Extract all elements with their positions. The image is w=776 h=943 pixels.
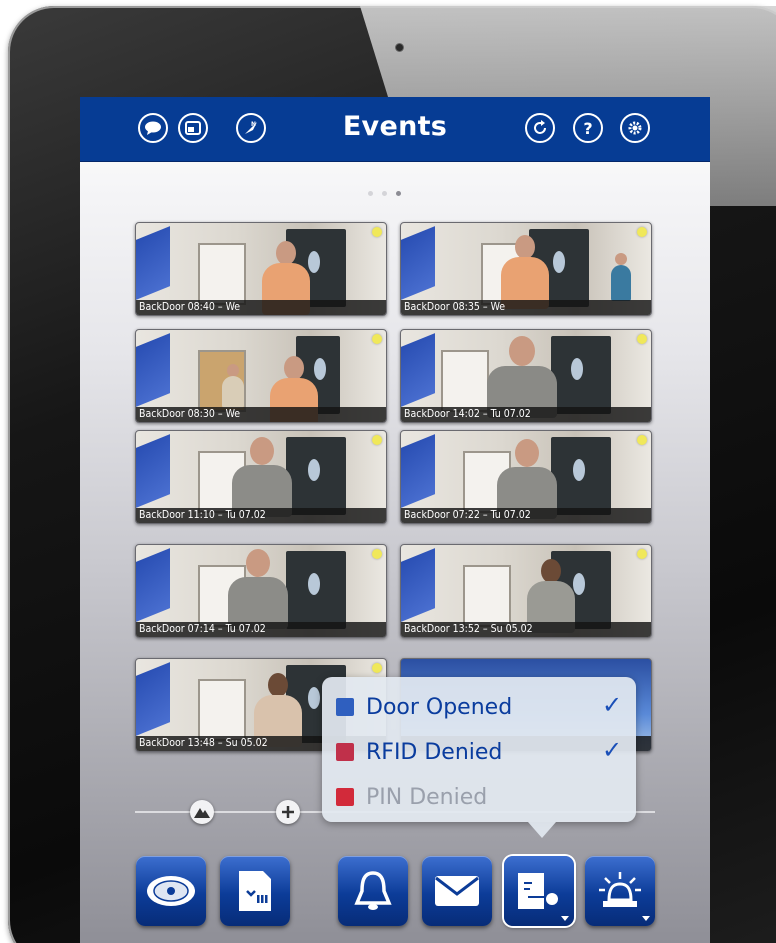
event-marker-icon xyxy=(372,334,382,344)
top-bar: N Events ? xyxy=(80,97,710,162)
event-filter-popup: Door Opened ✓ RFID Denied ✓ PIN Denied xyxy=(322,677,636,838)
event-thumbnail[interactable]: BackDoor 08:30 – We xyxy=(135,329,387,423)
event-thumbnail[interactable]: BackDoor 11:10 – Tu 07.02 xyxy=(135,430,387,524)
keypad-icon xyxy=(336,788,354,806)
door-access-button[interactable] xyxy=(504,856,574,926)
page-dot[interactable] xyxy=(368,191,373,196)
zoom-plus-icon[interactable] xyxy=(276,800,300,824)
page-title: Events xyxy=(342,111,448,142)
event-caption: BackDoor 14:02 – Tu 07.02 xyxy=(401,407,651,422)
camera-dome-icon xyxy=(147,876,195,906)
settings-icon[interactable] xyxy=(620,113,650,143)
event-marker-icon xyxy=(372,227,382,237)
event-marker-icon xyxy=(637,334,647,344)
tablet-device: N Events ? BackDoor 08:40 – We BackDoor … xyxy=(0,0,776,943)
timeline-mountain-icon[interactable] xyxy=(190,800,214,824)
event-caption: BackDoor 08:35 – We xyxy=(401,300,651,315)
dropdown-indicator xyxy=(561,916,569,921)
filter-label: RFID Denied xyxy=(366,739,503,765)
bell-icon xyxy=(354,871,392,910)
camera-dome-button[interactable] xyxy=(136,856,206,926)
alarm-bell-button[interactable] xyxy=(338,856,408,926)
check-icon: ✓ xyxy=(602,691,623,719)
event-thumbnail[interactable]: BackDoor 07:22 – Tu 07.02 xyxy=(400,430,652,524)
help-glyph: ? xyxy=(583,118,593,138)
event-caption: BackDoor 08:40 – We xyxy=(136,300,386,315)
page-dot[interactable] xyxy=(382,191,387,196)
event-caption: BackDoor 08:30 – We xyxy=(136,407,386,422)
event-marker-icon xyxy=(372,435,382,445)
event-thumbnail[interactable]: BackDoor 08:35 – We xyxy=(400,222,652,316)
filter-label: Door Opened xyxy=(366,694,513,720)
event-caption: BackDoor 11:10 – Tu 07.02 xyxy=(136,508,386,523)
mail-button[interactable] xyxy=(422,856,492,926)
event-marker-icon xyxy=(637,227,647,237)
mail-icon xyxy=(435,876,479,906)
event-marker-icon xyxy=(637,435,647,445)
sd-card-icon xyxy=(239,871,271,911)
filter-item-rfid-denied[interactable]: RFID Denied xyxy=(336,737,502,767)
door-key-icon xyxy=(518,873,558,909)
filter-item-pin-denied[interactable]: PIN Denied xyxy=(336,782,487,812)
rfid-icon xyxy=(336,743,354,761)
event-thumbnail[interactable]: BackDoor 08:40 – We xyxy=(135,222,387,316)
event-caption: BackDoor 13:52 – Su 05.02 xyxy=(401,622,651,637)
event-thumbnail[interactable]: BackDoor 07:14 – Tu 07.02 xyxy=(135,544,387,638)
event-thumbnail[interactable]: BackDoor 14:02 – Tu 07.02 xyxy=(400,329,652,423)
page-indicator[interactable] xyxy=(368,191,401,196)
event-marker-icon xyxy=(637,549,647,559)
alarm-light-button[interactable] xyxy=(585,856,655,926)
refresh-icon[interactable] xyxy=(525,113,555,143)
storage-button[interactable] xyxy=(220,856,290,926)
event-caption: BackDoor 07:14 – Tu 07.02 xyxy=(136,622,386,637)
event-marker-icon xyxy=(372,663,382,673)
dropdown-indicator xyxy=(642,916,650,921)
alarm-light-icon xyxy=(599,872,641,907)
event-thumbnail[interactable]: BackDoor 13:52 – Su 05.02 xyxy=(400,544,652,638)
page-dot-active[interactable] xyxy=(396,191,401,196)
help-icon[interactable]: ? xyxy=(573,113,603,143)
filter-label: PIN Denied xyxy=(366,784,488,810)
event-marker-icon xyxy=(372,549,382,559)
event-caption: BackDoor 07:22 – Tu 07.02 xyxy=(401,508,651,523)
door-icon xyxy=(336,698,354,716)
app-screen: N Events ? BackDoor 08:40 – We BackDoor … xyxy=(80,97,710,943)
front-camera xyxy=(396,44,403,51)
check-icon: ✓ xyxy=(602,736,623,764)
filter-item-door-opened[interactable]: Door Opened xyxy=(336,692,512,722)
